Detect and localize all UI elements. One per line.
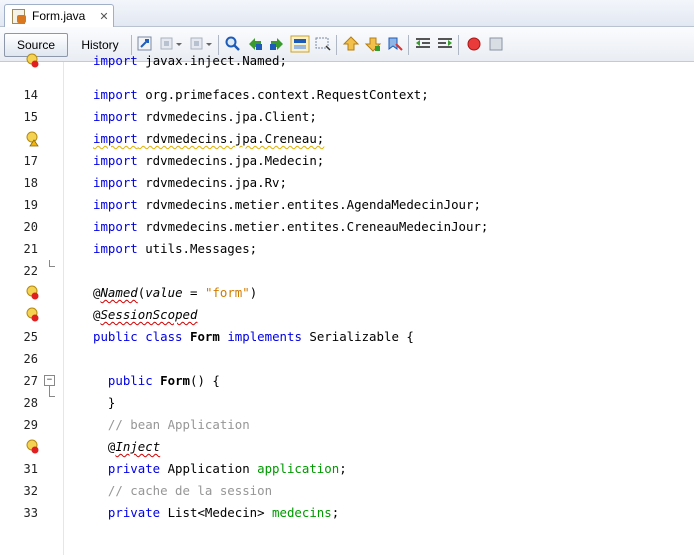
code-text: // cache de la session bbox=[93, 483, 273, 498]
code-line[interactable]: 21 import utils.Messages; bbox=[0, 238, 694, 260]
editor-tab-bar: Form.java ✕ bbox=[0, 0, 694, 27]
code-line[interactable]: 18 import rdvmedecins.jpa.Rv; bbox=[0, 172, 694, 194]
code-line[interactable]: 14 import org.primefaces.context.Request… bbox=[0, 84, 694, 106]
code-text: } bbox=[93, 395, 116, 410]
code-line[interactable]: 22 bbox=[0, 260, 694, 282]
code-text: import utils.Messages; bbox=[93, 241, 258, 256]
line-number: 21 bbox=[23, 242, 38, 256]
line-number: 17 bbox=[23, 154, 38, 168]
code-text: import rdvmedecins.metier.entites.Crenea… bbox=[93, 219, 489, 234]
code-line[interactable]: 26 bbox=[0, 348, 694, 370]
code-line[interactable]: 19 import rdvmedecins.metier.entites.Age… bbox=[0, 194, 694, 216]
line-number: 27 bbox=[23, 374, 38, 388]
line-number: 14 bbox=[23, 88, 38, 102]
code-line[interactable]: 32 // cache de la session bbox=[0, 480, 694, 502]
code-text: import org.primefaces.context.RequestCon… bbox=[93, 87, 429, 102]
code-line[interactable]: 20 import rdvmedecins.metier.entites.Cre… bbox=[0, 216, 694, 238]
warning-hint-icon[interactable] bbox=[25, 131, 39, 147]
error-hint-icon[interactable] bbox=[25, 285, 39, 301]
error-hint-icon[interactable] bbox=[25, 53, 39, 69]
line-number: 29 bbox=[23, 418, 38, 432]
code-text: import rdvmedecins.jpa.Client; bbox=[93, 109, 317, 124]
code-line[interactable]: 28 } bbox=[0, 392, 694, 414]
code-text: import javax.inject.Named; bbox=[93, 53, 287, 68]
code-text: import rdvmedecins.jpa.Creneau; bbox=[93, 131, 325, 146]
line-number: 22 bbox=[23, 264, 38, 278]
code-text: import rdvmedecins.jpa.Medecin; bbox=[93, 153, 325, 168]
line-number: 19 bbox=[23, 198, 38, 212]
code-line[interactable]: 15 import rdvmedecins.jpa.Client; bbox=[0, 106, 694, 128]
code-line[interactable]: 31 private Application application; bbox=[0, 458, 694, 480]
line-number: 18 bbox=[23, 176, 38, 190]
code-text: @Inject bbox=[93, 439, 161, 454]
code-line[interactable]: @Inject bbox=[0, 436, 694, 458]
code-text: private List<Medecin> medecins; bbox=[107, 505, 340, 520]
line-number: 15 bbox=[23, 110, 38, 124]
code-editor[interactable]: − import javax.inject.Named; 14 import o… bbox=[0, 53, 694, 555]
file-tab[interactable]: Form.java ✕ bbox=[4, 4, 114, 27]
code-line[interactable]: @SessionScoped bbox=[0, 304, 694, 326]
error-hint-icon[interactable] bbox=[25, 439, 39, 455]
line-number: 31 bbox=[23, 462, 38, 476]
java-file-icon bbox=[11, 8, 27, 24]
code-text: // bean Application bbox=[93, 417, 250, 432]
code-text: public class Form implements Serializabl… bbox=[93, 329, 414, 344]
code-text: @SessionScoped bbox=[93, 307, 198, 322]
code-line[interactable]: import javax.inject.Named; bbox=[0, 50, 694, 72]
line-number: 28 bbox=[23, 396, 38, 410]
code-line[interactable]: import rdvmedecins.jpa.Creneau; bbox=[0, 128, 694, 150]
close-icon[interactable]: ✕ bbox=[99, 10, 108, 23]
code-line[interactable]: 27 public Form() { bbox=[0, 370, 694, 392]
code-line[interactable]: 33 private List<Medecin> medecins; bbox=[0, 502, 694, 524]
code-text: @Named(value = "form") bbox=[93, 285, 258, 300]
error-hint-icon[interactable] bbox=[25, 307, 39, 323]
line-number: 20 bbox=[23, 220, 38, 234]
code-line[interactable]: 29 // bean Application bbox=[0, 414, 694, 436]
code-text: import rdvmedecins.jpa.Rv; bbox=[93, 175, 287, 190]
code-text: public Form() { bbox=[107, 373, 220, 388]
line-number: 26 bbox=[23, 352, 38, 366]
line-number: 25 bbox=[23, 330, 38, 344]
code-line[interactable]: 17 import rdvmedecins.jpa.Medecin; bbox=[0, 150, 694, 172]
code-line[interactable]: 25 public class Form implements Serializ… bbox=[0, 326, 694, 348]
code-text: import rdvmedecins.metier.entites.Agenda… bbox=[93, 197, 481, 212]
code-text: private Application application; bbox=[107, 461, 347, 476]
line-number: 33 bbox=[23, 506, 38, 520]
file-tab-label: Form.java bbox=[32, 9, 86, 23]
line-number: 32 bbox=[23, 484, 38, 498]
code-line[interactable]: @Named(value = "form") bbox=[0, 282, 694, 304]
